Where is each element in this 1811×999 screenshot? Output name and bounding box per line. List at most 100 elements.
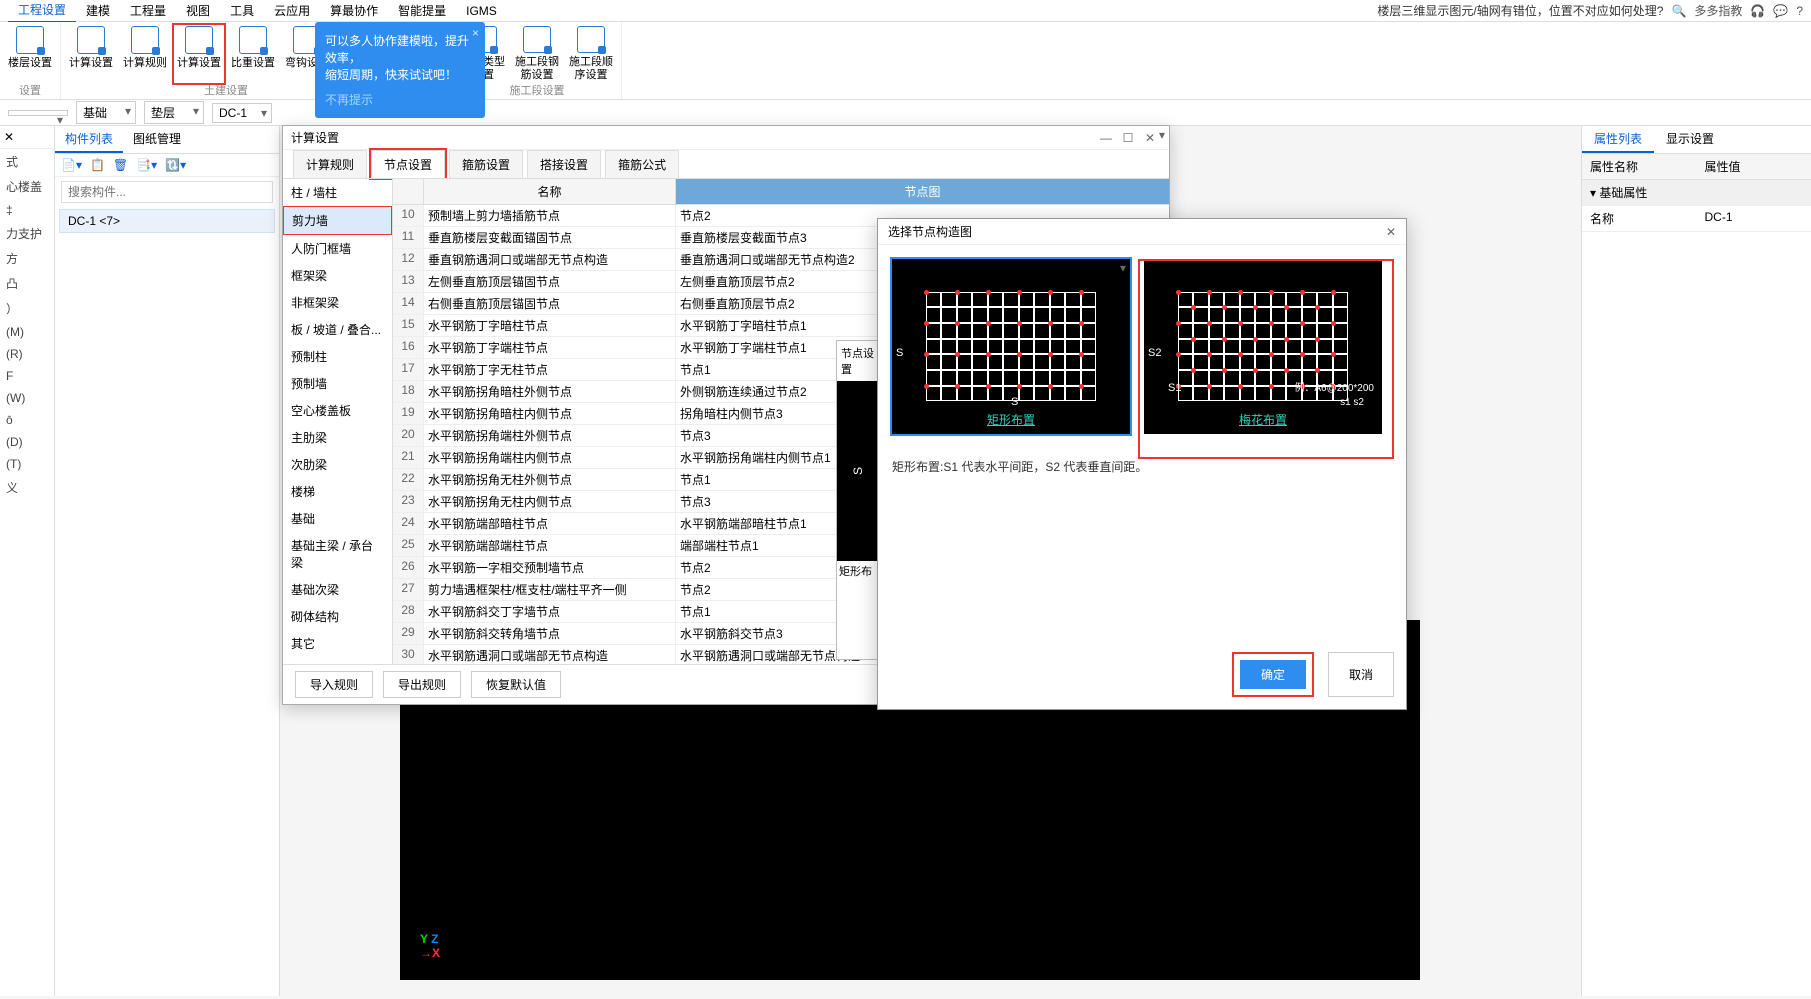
main-menu-bar: 工程设置 建模 工程量 视图 工具 云应用 算最协作 智能提量 IGMS 楼层三… bbox=[0, 0, 1811, 22]
component-list-item[interactable]: DC-1 <7> bbox=[59, 209, 275, 233]
calc-side-item[interactable]: 人防门框墙 bbox=[283, 235, 392, 262]
menu-item-5[interactable]: 云应用 bbox=[264, 0, 320, 22]
new-icon[interactable]: 📄▾ bbox=[61, 158, 82, 172]
calc-side-item[interactable]: 预制柱 bbox=[283, 343, 392, 370]
left-category-item[interactable]: (R) bbox=[0, 343, 54, 365]
node-option-plum[interactable]: S2 S1 例：A6@200*200 s1 s2 梅花布置 bbox=[1144, 259, 1382, 434]
prop-section-basic[interactable]: ▾ 基础属性 bbox=[1582, 180, 1811, 206]
calc-tab-4[interactable]: 箍筋公式 bbox=[605, 150, 679, 178]
left-category-item[interactable]: ） bbox=[0, 296, 54, 321]
calc-side-item[interactable]: 框架梁 bbox=[283, 262, 392, 289]
dialog-title: 计算设置 bbox=[291, 129, 1095, 146]
left-category-item[interactable]: ‡ bbox=[0, 199, 54, 221]
node-dialog-close-icon[interactable]: ✕ bbox=[1386, 225, 1396, 239]
tab-properties[interactable]: 属性列表 bbox=[1582, 126, 1654, 153]
left-category-item[interactable]: 凸 bbox=[0, 271, 54, 296]
filter-icon[interactable]: 🔃▾ bbox=[165, 158, 186, 172]
left-category-item[interactable]: (T) bbox=[0, 453, 54, 475]
ribbon-btn-calc-settings-1[interactable]: 计算设置 bbox=[67, 26, 115, 82]
selector-1[interactable] bbox=[8, 110, 68, 116]
node-picker-dialog: 选择节点构造图 ✕ S S 矩形布置 S2 S1 例：A6@200*200 s1… bbox=[877, 218, 1407, 710]
cancel-button[interactable]: 取消 bbox=[1328, 652, 1394, 697]
menu-item-4[interactable]: 工具 bbox=[220, 0, 264, 22]
left-category-item[interactable]: 方 bbox=[0, 246, 54, 271]
selector-layer[interactable]: 垫层 bbox=[144, 101, 204, 124]
close-icon[interactable]: ✕ bbox=[1139, 131, 1161, 145]
maximize-icon[interactable]: ☐ bbox=[1117, 131, 1139, 145]
ribbon-btn-seg-order[interactable]: 施工段顺序设置 bbox=[567, 26, 615, 82]
component-search-input[interactable] bbox=[61, 181, 273, 203]
ribbon-btn-calc-rules[interactable]: 计算规则 bbox=[121, 26, 169, 82]
help-more-link[interactable]: 多多指教 bbox=[1694, 2, 1742, 19]
left-category-item[interactable]: (W) bbox=[0, 387, 54, 409]
calc-tab-2[interactable]: 箍筋设置 bbox=[449, 150, 523, 178]
left-category-item[interactable]: 力支护 bbox=[0, 221, 54, 246]
ok-button-highlight: 确定 bbox=[1232, 652, 1314, 697]
calc-side-item[interactable]: 基础次梁 bbox=[283, 576, 392, 603]
ribbon-btn-seg-rebar[interactable]: 施工段钢筋设置 bbox=[513, 26, 561, 82]
left-category-item[interactable]: ō bbox=[0, 409, 54, 431]
calc-side-item[interactable]: 主肋梁 bbox=[283, 424, 392, 451]
tooltip-text: 可以多人协作建模啦，提升效率， bbox=[325, 32, 475, 66]
chat-icon[interactable]: 💬 bbox=[1773, 4, 1788, 18]
ok-button[interactable]: 确定 bbox=[1240, 660, 1306, 689]
calc-side-item[interactable]: 次肋梁 bbox=[283, 451, 392, 478]
tab-component-list[interactable]: 构件列表 bbox=[55, 126, 123, 153]
tooltip-close-icon[interactable]: × bbox=[472, 26, 479, 40]
menu-item-8[interactable]: IGMS bbox=[456, 1, 507, 21]
headset-icon[interactable]: 🎧 bbox=[1750, 4, 1765, 18]
reset-default-button[interactable]: 恢复默认值 bbox=[471, 671, 561, 698]
calc-side-item[interactable]: 基坑支护 bbox=[283, 657, 392, 664]
left-category-item[interactable]: 心楼盖 bbox=[0, 174, 54, 199]
calc-side-item[interactable]: 基础 bbox=[283, 505, 392, 532]
calc-side-item[interactable]: 楼梯 bbox=[283, 478, 392, 505]
ribbon-btn-floor-settings[interactable]: 楼层设置 bbox=[6, 26, 54, 82]
minimize-icon[interactable]: — bbox=[1095, 131, 1117, 145]
menu-item-6[interactable]: 算最协作 bbox=[320, 0, 388, 22]
delete-icon[interactable]: 🗑 bbox=[113, 158, 128, 172]
menu-item-0[interactable]: 工程设置 bbox=[8, 0, 76, 23]
calc-side-item[interactable]: 预制墙 bbox=[283, 370, 392, 397]
calc-side-item[interactable]: 其它 bbox=[283, 630, 392, 657]
ribbon-btn-calc-settings-hl[interactable]: 计算设置 bbox=[175, 26, 223, 82]
axis-gizmo: Y Z→X bbox=[420, 932, 440, 960]
calc-side-item[interactable]: 剪力墙 bbox=[283, 206, 392, 235]
calc-tab-0[interactable]: 计算规则 bbox=[293, 150, 367, 178]
help-question-link[interactable]: 楼层三维显示图元/轴网有错位，位置不对应如何处理? bbox=[1377, 2, 1663, 19]
tooltip-text: 缩短周期，快来试试吧！ bbox=[325, 66, 475, 83]
calc-tab-3[interactable]: 搭接设置 bbox=[527, 150, 601, 178]
ribbon-btn-weight-settings[interactable]: 比重设置 bbox=[229, 26, 277, 82]
left-category-item[interactable]: (M) bbox=[0, 321, 54, 343]
calc-side-item[interactable]: 柱 / 墙柱 bbox=[283, 179, 392, 206]
calc-side-item[interactable]: 空心楼盖板 bbox=[283, 397, 392, 424]
copy-icon[interactable]: 📋 bbox=[90, 158, 105, 172]
menu-item-3[interactable]: 视图 bbox=[176, 0, 220, 22]
selector-component[interactable]: DC-1 bbox=[212, 103, 272, 123]
layer-icon[interactable]: 📑▾ bbox=[136, 158, 157, 172]
import-rules-button[interactable]: 导入规则 bbox=[295, 671, 373, 698]
tab-display-settings[interactable]: 显示设置 bbox=[1654, 126, 1726, 153]
menu-item-1[interactable]: 建模 bbox=[76, 0, 120, 22]
left-col-close[interactable]: ✕ bbox=[0, 126, 54, 149]
menu-item-2[interactable]: 工程量 bbox=[120, 0, 176, 22]
menu-item-7[interactable]: 智能提量 bbox=[388, 0, 456, 22]
left-category-item[interactable]: 式 bbox=[0, 149, 54, 174]
calc-side-item[interactable]: 基础主梁 / 承台梁 bbox=[283, 532, 392, 576]
left-category-item[interactable]: 义 bbox=[0, 475, 54, 500]
calc-side-item[interactable]: 砌体结构 bbox=[283, 603, 392, 630]
node-dialog-title: 选择节点构造图 bbox=[888, 223, 1386, 240]
tooltip-noremind-link[interactable]: 不再提示 bbox=[325, 91, 475, 108]
search-icon[interactable]: 🔍 bbox=[1671, 4, 1686, 18]
calc-side-item[interactable]: 板 / 坡道 / 叠合... bbox=[283, 316, 392, 343]
selector-foundation[interactable]: 基础 bbox=[76, 101, 136, 124]
calc-side-item[interactable]: 非框架梁 bbox=[283, 289, 392, 316]
export-rules-button[interactable]: 导出规则 bbox=[383, 671, 461, 698]
left-category-item[interactable]: F bbox=[0, 365, 54, 387]
left-category-item[interactable]: (D) bbox=[0, 431, 54, 453]
calc-tab-1[interactable]: 节点设置 bbox=[371, 150, 445, 178]
help-icon[interactable]: ? bbox=[1796, 4, 1803, 18]
node-option-rect[interactable]: S S 矩形布置 bbox=[892, 259, 1130, 434]
tab-drawing-mgmt[interactable]: 图纸管理 bbox=[123, 126, 191, 153]
ribbon: 楼层设置 设置 计算设置 计算规则 计算设置 比重设置 弯钩设置 弯曲 土建设置… bbox=[0, 22, 1811, 100]
prop-row-name-value[interactable]: DC-1 bbox=[1697, 206, 1811, 231]
